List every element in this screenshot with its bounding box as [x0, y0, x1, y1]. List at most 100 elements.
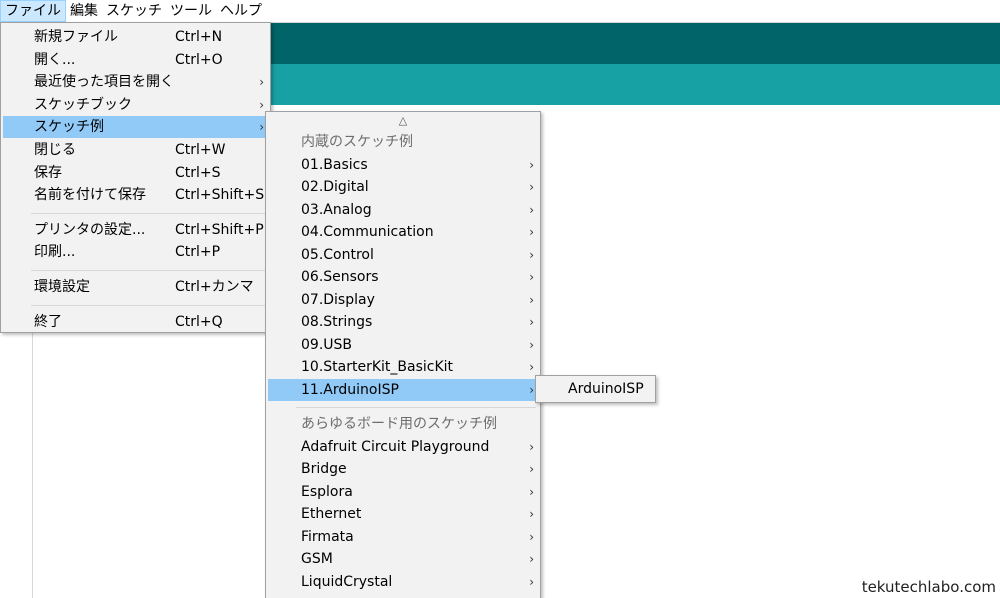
chevron-right-icon: › — [529, 225, 534, 239]
chevron-right-icon: › — [529, 157, 534, 172]
menu-item[interactable]: 名前を付けて保存 Ctrl+Shift+S — [3, 184, 268, 206]
menu-item[interactable]: 06.Sensors › — [268, 266, 538, 288]
menu-item-shortcut: Ctrl+N — [175, 29, 223, 45]
menu-item-shortcut: Ctrl+Q — [175, 313, 223, 330]
menu-tools[interactable]: ツール — [166, 0, 216, 22]
arduinoisp-submenu: ArduinoISP — [535, 375, 656, 403]
menu-edit[interactable]: 編集 — [66, 0, 102, 22]
chevron-right-icon: › — [529, 315, 534, 329]
menu-item[interactable]: Ethernet › — [268, 503, 538, 525]
menu-item-label: 終了 — [34, 313, 62, 330]
menu-item[interactable]: 終了 Ctrl+Q — [3, 311, 268, 333]
menu-item[interactable]: 最近使った項目を開く › — [3, 71, 268, 93]
menu-item-label: 06.Sensors — [301, 269, 379, 285]
menu-item-label: 07.Display — [301, 291, 375, 308]
chevron-right-icon: › — [529, 360, 534, 374]
file-menu: 新規ファイル Ctrl+N 開く... Ctrl+O 最近使った項目を開く › スケッチブッ… — [0, 22, 271, 333]
menu-item[interactable]: Esplora › — [268, 481, 538, 503]
menu-item[interactable]: LiquidCrystal › — [268, 571, 538, 593]
chevron-right-icon: › — [529, 484, 534, 499]
menu-separator — [296, 407, 536, 408]
menu-item-label: 環境設定 — [34, 279, 90, 295]
menu-item-shortcut: Ctrl+カンマ — [175, 279, 254, 295]
menu-item-label: 10.StarterKit_BasicKit — [301, 359, 454, 375]
menu-item-label: 08.Strings — [301, 314, 373, 330]
chevron-right-icon: › — [529, 574, 534, 589]
menu-item[interactable]: 保存 Ctrl+S — [3, 162, 268, 184]
chevron-right-icon: › — [529, 202, 534, 217]
menu-item-label: ArduinoISP — [568, 381, 644, 397]
chevron-right-icon: › — [529, 529, 534, 544]
menu-item[interactable]: スケッチ例 › — [3, 116, 268, 139]
menu-item[interactable]: 08.Strings › — [268, 311, 538, 333]
menu-item[interactable]: Bridge › — [268, 458, 538, 480]
menu-separator — [31, 212, 266, 214]
menu-item[interactable]: 04.Communication › — [268, 221, 538, 243]
menu-item-arduinoisp[interactable]: ArduinoISP — [538, 378, 653, 400]
examples-submenu: △ 内蔵のスケッチ例 01.Basics › 02.Digital › 03.Analog… — [265, 111, 541, 598]
menu-item[interactable]: 01.Basics › — [268, 154, 538, 176]
menu-item[interactable]: 新規ファイル Ctrl+N — [3, 26, 268, 48]
chevron-right-icon: › — [259, 75, 264, 90]
menu-item-shortcut: Ctrl+O — [175, 51, 223, 68]
menu-item-label: 内蔵のスケッチ例 — [301, 134, 413, 150]
menu-item[interactable]: 07.Display › — [268, 289, 538, 311]
chevron-right-icon: › — [259, 97, 264, 112]
menu-item[interactable]: GSM › — [268, 548, 538, 570]
menu-item[interactable]: スケッチブック › — [3, 94, 268, 116]
menu-item[interactable]: 05.Control › — [268, 244, 538, 266]
menu-item-label: 04.Communication — [301, 224, 434, 240]
chevron-right-icon: › — [529, 270, 534, 284]
menu-item-label: 03.Analog — [301, 201, 372, 218]
menu-item-label: 閉じる — [34, 142, 76, 158]
menu-item-label: プリンタの設定... — [34, 221, 146, 238]
menu-item-shortcut: Ctrl+Shift+S — [175, 187, 265, 204]
chevron-right-icon: › — [529, 292, 534, 307]
menu-sketch[interactable]: スケッチ — [102, 0, 166, 22]
menu-item[interactable]: 09.USB › — [268, 334, 538, 356]
menu-item-label: 01.Basics — [301, 156, 368, 173]
menu-item[interactable]: 環境設定 Ctrl+カンマ — [3, 276, 268, 298]
menu-section-header: あらゆるボード用のスケッチ例 — [268, 413, 538, 435]
menu-item-label: Adafruit Circuit Playground — [301, 438, 490, 455]
menu-item-label: 印刷... — [34, 244, 76, 261]
menu-item-label: Bridge — [301, 461, 347, 477]
menu-item[interactable]: 開く... Ctrl+O — [3, 49, 268, 71]
chevron-right-icon: › — [529, 439, 534, 454]
chevron-right-icon: › — [529, 337, 534, 352]
menu-item[interactable]: 閉じる Ctrl+W — [3, 139, 268, 161]
menu-item-label: 保存 — [34, 164, 62, 181]
menu-item-label: 02.Digital — [301, 179, 369, 195]
scroll-up-icon[interactable]: △ — [266, 114, 540, 127]
menu-item-shortcut: Ctrl+Shift+P — [175, 221, 264, 238]
chevron-right-icon: › — [529, 507, 534, 521]
menu-item-shortcut: Ctrl+W — [175, 142, 226, 158]
menu-separator — [31, 270, 266, 271]
chevron-right-icon: › — [529, 552, 534, 566]
menu-item[interactable]: 10.StarterKit_BasicKit › — [268, 356, 538, 378]
menu-item[interactable]: 11.ArduinoISP › — [268, 378, 538, 401]
menu-item[interactable]: Adafruit Circuit Playground › — [268, 436, 538, 458]
menu-item-label: 新規ファイル — [34, 29, 118, 45]
watermark: tekutechlabo.com — [861, 578, 996, 596]
menu-item-label: Esplora — [301, 483, 353, 500]
menu-item-label: 開く... — [34, 51, 76, 68]
menu-item-label: スケッチ例 — [34, 119, 104, 136]
menu-item-label: 05.Control — [301, 246, 374, 263]
menu-item-label: 最近使った項目を開く — [34, 74, 174, 91]
menu-item[interactable]: 印刷... Ctrl+P — [3, 241, 268, 263]
chevron-right-icon: › — [529, 462, 534, 476]
menu-item-shortcut: Ctrl+S — [175, 164, 221, 181]
menu-item-label: 11.ArduinoISP — [301, 381, 399, 398]
menu-separator — [31, 304, 266, 306]
chevron-right-icon: › — [529, 247, 534, 262]
chevron-right-icon: › — [529, 180, 534, 194]
menu-item[interactable]: Firmata › — [268, 526, 538, 548]
menu-item[interactable]: 02.Digital › — [268, 176, 538, 198]
menu-help[interactable]: ヘルプ — [216, 0, 266, 22]
menu-item[interactable]: 03.Analog › — [268, 199, 538, 221]
menu-file[interactable]: ファイル — [0, 0, 66, 22]
menu-item-label: 09.USB — [301, 336, 353, 353]
menu-item[interactable]: プリンタの設定... Ctrl+Shift+P — [3, 219, 268, 241]
menu-item-label: あらゆるボード用のスケッチ例 — [301, 416, 497, 432]
